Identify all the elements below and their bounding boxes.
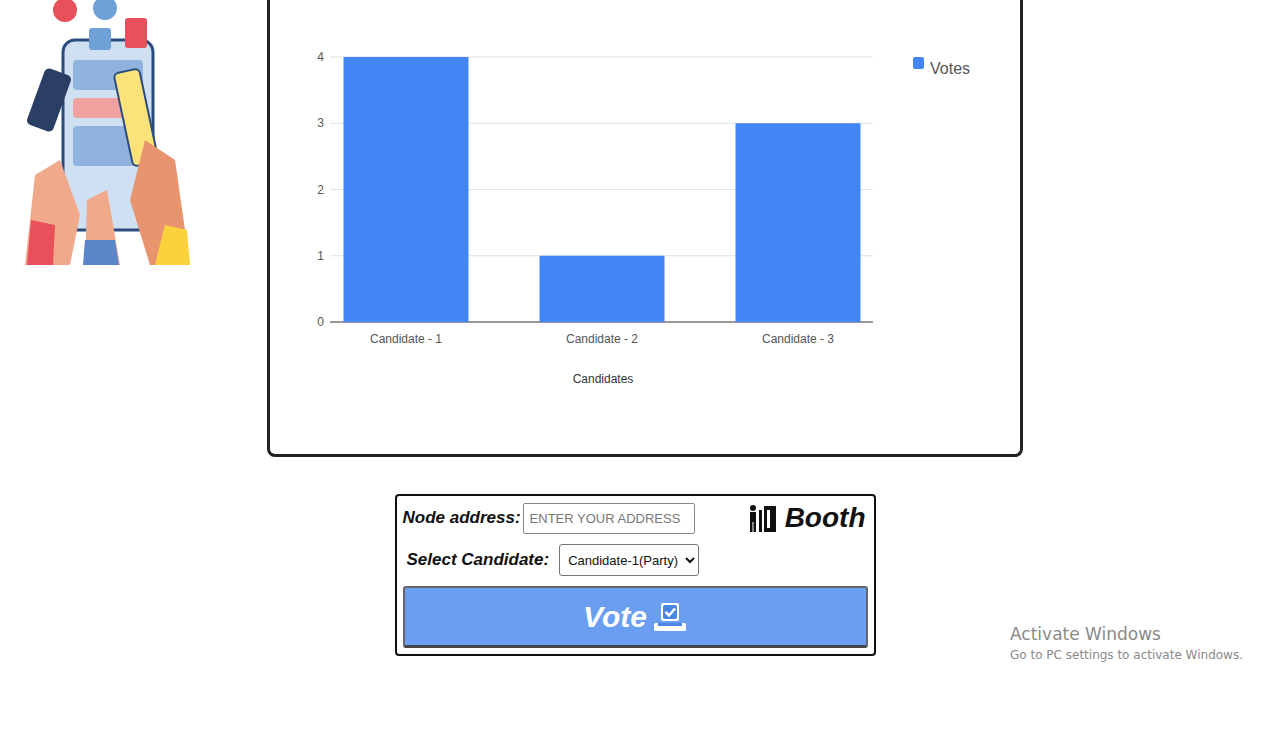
legend-label: Votes <box>930 60 970 77</box>
svg-text:4: 4 <box>317 50 324 64</box>
node-address-input[interactable] <box>523 503 695 534</box>
vote-button[interactable]: Vote <box>403 586 868 648</box>
legend: Votes <box>913 57 970 77</box>
illustration <box>0 0 267 457</box>
chart-card: 0 1 2 3 4 Candidate - 1 Candidate - 2 Candidate… <box>267 0 1023 457</box>
top-row: 0 1 2 3 4 Candidate - 1 Candidate - 2 Candidate… <box>0 0 1280 457</box>
activate-windows-watermark: Activate WindowsGo to PC settings to act… <box>1010 622 1243 664</box>
svg-text:1: 1 <box>317 249 324 263</box>
node-address-label: Node address: <box>403 508 521 528</box>
x-axis-title: Candidates <box>573 372 634 386</box>
category-label: Candidate - 1 <box>370 332 442 346</box>
booth-form: Node address: Booth Select Candidate: Candi… <box>395 494 876 656</box>
watermark-title: Activate Windows <box>1010 622 1243 646</box>
booth-title-text: Booth <box>785 502 866 534</box>
svg-text:3: 3 <box>317 116 324 130</box>
category-label: Candidate - 3 <box>762 332 834 346</box>
candidate-select[interactable]: Candidate-1(Party) <box>559 544 699 576</box>
social-media-illustration-icon <box>25 0 190 265</box>
category-label: Candidate - 2 <box>566 332 638 346</box>
booth-title: Booth <box>747 502 868 534</box>
watermark-subtitle: Go to PC settings to activate Windows. <box>1010 646 1243 664</box>
svg-text:2: 2 <box>317 183 324 197</box>
voting-booth-icon <box>747 504 777 532</box>
vote-bar <box>736 123 861 322</box>
select-candidate-label: Select Candidate: <box>407 550 550 570</box>
legend-swatch-icon <box>913 57 924 69</box>
select-candidate-row: Select Candidate: Candidate-1(Party) <box>403 544 868 576</box>
vote-bar <box>540 256 665 322</box>
vote-button-text: Vote <box>583 600 647 634</box>
page: 0 1 2 3 4 Candidate - 1 Candidate - 2 Candidate… <box>0 0 1280 745</box>
vote-bar <box>344 57 469 322</box>
booth-row: Node address: Booth Select Candidate: Candi… <box>0 457 1280 656</box>
node-address-row: Node address: Booth <box>403 502 868 534</box>
votes-bar-chart: 0 1 2 3 4 Candidate - 1 Candidate - 2 Candidate… <box>270 0 1020 454</box>
svg-text:0: 0 <box>317 315 324 329</box>
ballot-box-icon <box>653 601 687 633</box>
